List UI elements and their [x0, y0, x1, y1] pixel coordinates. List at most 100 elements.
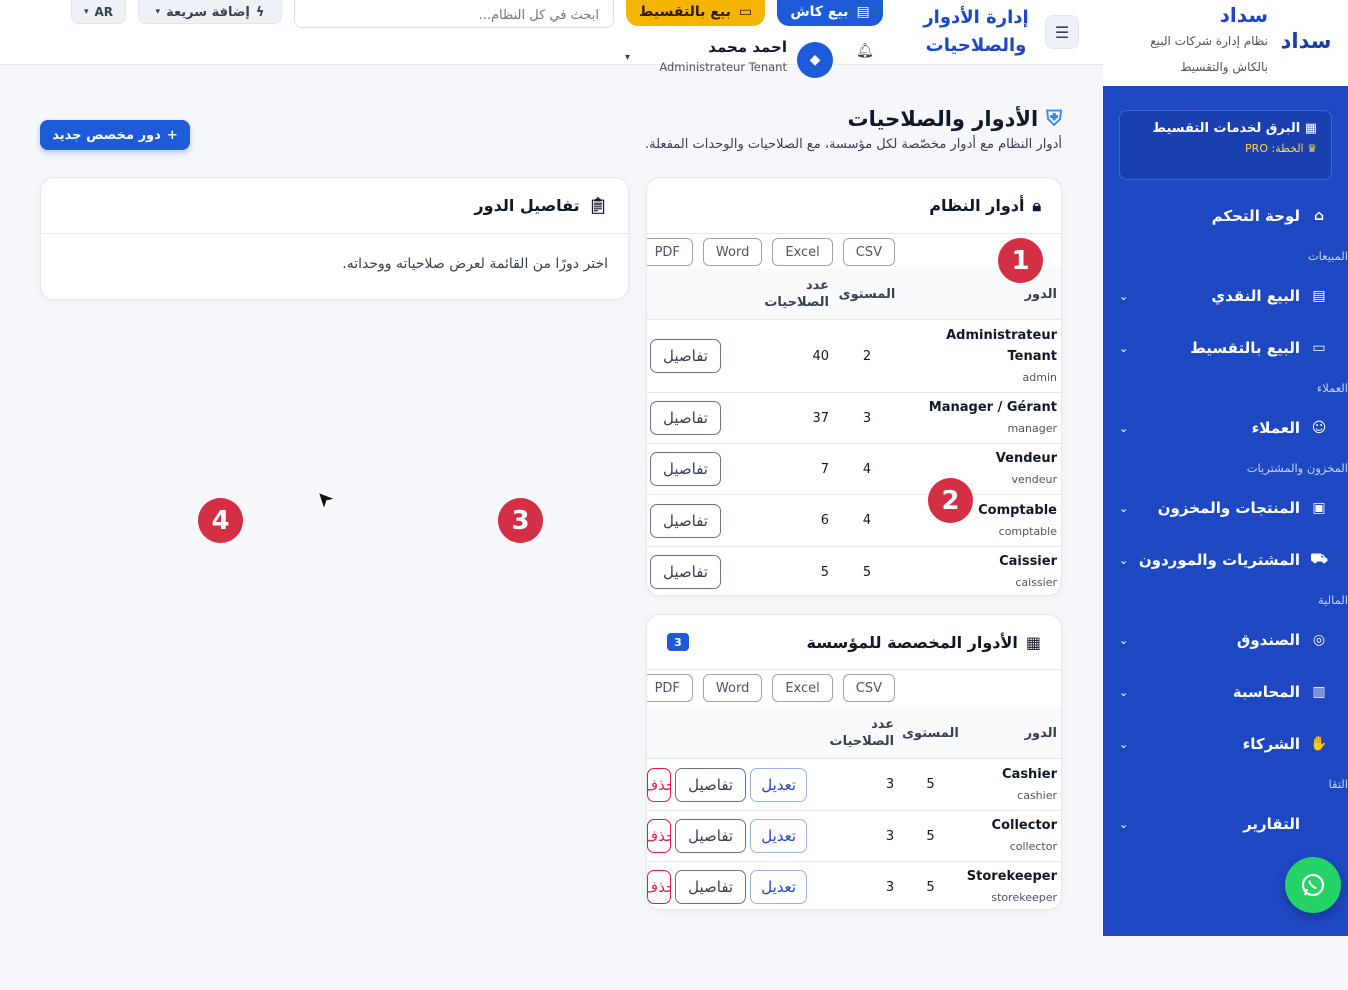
sidebar-item-cash-sale[interactable]: ▤ البيع النقدي ⌄: [1103, 270, 1348, 322]
export-word-button[interactable]: Word: [702, 674, 763, 702]
role-perm-count: 3: [824, 810, 899, 862]
sidebar-item-purchases[interactable]: ⛟ المشتريات والموردون ⌄: [1103, 534, 1348, 586]
caret-down-icon: ▾: [155, 7, 161, 17]
avatar[interactable]: ◆: [797, 42, 833, 78]
export-csv-button[interactable]: CSV: [842, 238, 895, 266]
handshake-icon: ✋: [1310, 736, 1328, 752]
truck-icon: ⛟: [1310, 551, 1328, 567]
installment-sale-label: بيع بالتقسيط: [638, 4, 731, 20]
brand-name: سداد: [1219, 3, 1268, 27]
topbar: ☰ إدارة الأدوار والصلاحيات ▤ بيع كاش ▭ بيع…: [0, 0, 1103, 78]
role-perm-count: 3: [824, 758, 899, 811]
column-header: عدد الصلاحيات: [760, 269, 833, 320]
global-search-input[interactable]: [294, 0, 614, 28]
page-title: ⛨ الأدوار والصلاحيات: [848, 106, 1062, 131]
page-title-text: الأدوار والصلاحيات: [847, 106, 1039, 131]
custom-roles-table: الدور المستوى عدد الصلاحيات Cashier cashi…: [647, 708, 1061, 909]
cash-sale-button[interactable]: ▤ بيع كاش: [777, 0, 883, 26]
lock-icon: 🔒︎: [1032, 195, 1041, 215]
user-role: Administrateur Tenant: [659, 60, 787, 74]
export-excel-button[interactable]: Excel: [772, 238, 833, 266]
building-icon: ▦: [1025, 632, 1041, 652]
edit-button[interactable]: تعديل: [750, 819, 808, 853]
annotation-marker: 4: [198, 498, 243, 543]
custom-roles-card: ▦ الأدوار المخصصة للمؤسسة 3 CSV Excel Word…: [646, 614, 1062, 910]
role-name: Storekeeper: [966, 869, 1057, 885]
role-code: manager: [1007, 422, 1057, 435]
sidebar-item-dashboard[interactable]: ⌂ لوحة التحكم: [1103, 190, 1348, 242]
menu-toggle-button[interactable]: ☰: [1045, 15, 1079, 49]
role-name: Cashier: [1002, 766, 1057, 782]
user-name[interactable]: احمد محمد: [657, 38, 787, 56]
role-details-card: 📋︎ تفاصيل الدور اختر دورًا من القائمة لعر…: [40, 177, 629, 300]
role-name: Manager / Gérant: [928, 400, 1057, 415]
installment-sale-button[interactable]: ▭ بيع بالتقسيط: [626, 0, 765, 26]
brand-logo-text: سداد: [1280, 29, 1332, 53]
role-details-empty-text: اختر دورًا من القائمة لعرض صلاحياته ووحد…: [342, 256, 608, 272]
card-header: ▦ الأدوار المخصصة للمؤسسة 3: [647, 615, 1061, 670]
export-pdf-button[interactable]: PDF: [647, 674, 693, 702]
sidebar-item-label: الشركاء: [1242, 735, 1300, 753]
sidebar-item-label: المنتجات والمخزون: [1157, 499, 1300, 517]
card-header: 🔒︎ أدوار النظام: [647, 178, 1061, 234]
crown-icon: ♛: [1307, 142, 1317, 155]
sidebar-item-installment-sale[interactable]: ▭ البيع بالتقسيط ⌄: [1103, 322, 1348, 374]
chevron-down-icon: ⌄: [1119, 737, 1129, 751]
sidebar-item-label: لوحة التحكم: [1211, 207, 1300, 225]
language-selector[interactable]: AR ▾: [71, 0, 126, 24]
nav-section-inventory: المخزون والمشتريات: [1246, 461, 1348, 475]
sidebar-item-label: المحاسبة: [1232, 683, 1300, 701]
role-name: Vendeur: [995, 451, 1057, 466]
sidebar-item-cashbox[interactable]: ◎ الصندوق ⌄: [1103, 614, 1348, 666]
details-button[interactable]: تفاصيل: [650, 503, 721, 538]
sidebar-item-reports[interactable]: التقارير ⌄: [1103, 798, 1348, 850]
delete-button[interactable]: حذف: [647, 767, 671, 802]
table-row: Comptable comptable 4 6 تفاصيل: [647, 494, 1061, 547]
quick-add-button[interactable]: ϟ إضافة سريعة ▾: [138, 0, 282, 24]
brand-logo[interactable]: سداد: [1278, 6, 1334, 76]
details-button[interactable]: تفاصيل: [675, 767, 747, 802]
annotation-marker: 3: [498, 498, 543, 543]
edit-button[interactable]: تعديل: [750, 870, 808, 905]
column-header: الدور: [901, 269, 1061, 320]
role-name: Administrateur Tenant: [946, 327, 1057, 364]
edit-button[interactable]: تعديل: [750, 767, 808, 802]
chevron-down-icon: ⌄: [1119, 501, 1129, 515]
bell-icon[interactable]: 🔔︎: [853, 43, 877, 67]
details-button[interactable]: تفاصيل: [675, 870, 747, 905]
details-button[interactable]: تفاصيل: [650, 555, 721, 590]
export-pdf-button[interactable]: PDF: [647, 238, 693, 266]
sidebar-item-partners[interactable]: ✋ الشركاء ⌄: [1103, 718, 1348, 770]
sidebar-item-accounting[interactable]: ▥ المحاسبة ⌄: [1103, 666, 1348, 718]
role-level: 5: [898, 758, 963, 811]
details-button[interactable]: تفاصيل: [650, 401, 721, 435]
whatsapp-button[interactable]: [1285, 857, 1341, 913]
role-code: admin: [1022, 370, 1057, 384]
details-button[interactable]: تفاصيل: [650, 339, 721, 373]
role-level: 5: [898, 810, 963, 862]
chevron-down-icon: ⌄: [1119, 553, 1129, 567]
sidebar: سداد سداد نظام إدارة شركات البيع بالكاش …: [1103, 0, 1348, 936]
system-roles-card: 🔒︎ أدوار النظام CSV Excel Word PDF الدور …: [646, 177, 1062, 596]
credit-card-icon: ▭: [1312, 340, 1326, 356]
export-excel-button[interactable]: Excel: [772, 674, 833, 702]
role-perm-count: 3: [824, 861, 899, 909]
calculator-icon: ▥: [1312, 684, 1326, 700]
export-csv-button[interactable]: CSV: [842, 674, 895, 702]
chevron-down-icon: ⌄: [1119, 685, 1129, 699]
count-badge: 3: [667, 633, 689, 651]
new-custom-role-button[interactable]: + دور مخصص جديد: [40, 120, 190, 150]
sidebar-item-clients[interactable]: ☺ العملاء ⌄: [1103, 402, 1348, 454]
sidebar-item-label: البيع النقدي: [1211, 287, 1300, 305]
delete-button[interactable]: حذف: [647, 870, 671, 905]
table-row: Manager / Gérant manager 3 37 تفاصيل: [647, 392, 1061, 444]
delete-button[interactable]: حذف: [647, 819, 671, 853]
user-menu-caret-icon[interactable]: ▾: [625, 52, 630, 63]
details-button[interactable]: تفاصيل: [650, 452, 721, 486]
sidebar-item-label: البيع بالتقسيط: [1190, 339, 1300, 357]
export-word-button[interactable]: Word: [702, 238, 763, 266]
sidebar-item-products[interactable]: ▣ المنتجات والمخزون ⌄: [1103, 482, 1348, 534]
column-header: [647, 708, 825, 759]
chevron-down-icon: ⌄: [1119, 817, 1129, 831]
details-button[interactable]: تفاصيل: [675, 819, 747, 853]
